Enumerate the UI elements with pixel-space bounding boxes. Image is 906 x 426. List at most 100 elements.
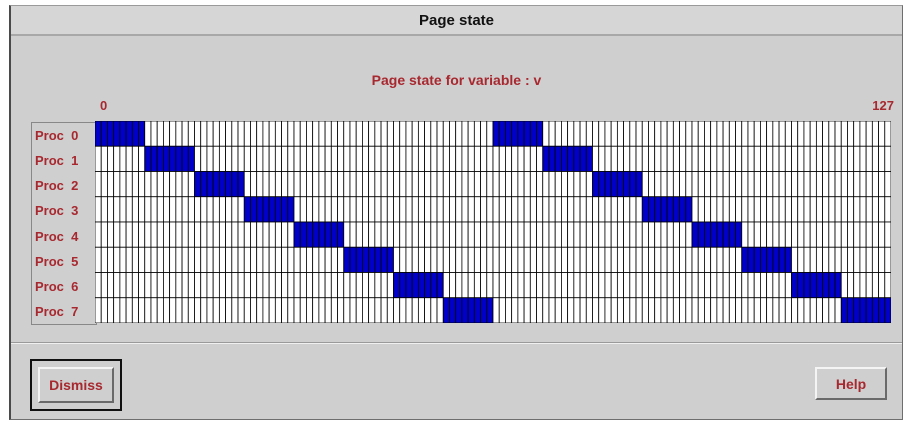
page-cell-owned: [237, 171, 245, 198]
page-cell: [144, 121, 152, 147]
page-cell: [803, 171, 811, 198]
page-cell: [250, 121, 258, 147]
page-cell: [424, 171, 432, 198]
page-cell: [610, 145, 618, 172]
page-cell: [828, 121, 836, 147]
page-cell: [156, 272, 164, 299]
page-cell: [287, 171, 295, 198]
page-cell: [853, 272, 861, 299]
page-cell: [585, 171, 593, 198]
page-cell-owned: [847, 297, 855, 323]
page-cell: [436, 171, 444, 198]
page-cell: [523, 145, 531, 172]
page-cell: [828, 196, 836, 223]
page-cell: [386, 272, 394, 299]
page-cell: [368, 145, 376, 172]
page-cell: [150, 121, 158, 147]
page-cell-owned: [616, 171, 625, 198]
page-cell: [784, 272, 792, 299]
page-cell-owned: [598, 171, 606, 198]
page-cell: [380, 221, 388, 248]
page-cell: [704, 297, 712, 323]
page-cell: [262, 121, 270, 147]
page-cell: [256, 171, 264, 198]
page-cell: [200, 196, 208, 223]
page-cell-owned: [691, 221, 699, 248]
page-cell: [635, 246, 643, 273]
page-cell: [803, 145, 811, 172]
page-cell-owned: [517, 121, 525, 147]
page-cell: [206, 145, 214, 172]
page-cell: [237, 272, 245, 299]
page-cell: [119, 196, 127, 223]
page-cell: [554, 272, 562, 299]
page-cell: [349, 145, 357, 172]
page-cell: [473, 221, 481, 248]
page-cell: [380, 171, 388, 198]
title-bar[interactable]: Page state: [11, 6, 902, 36]
page-cell: [144, 297, 152, 323]
page-cell: [131, 196, 139, 223]
page-cell: [536, 221, 544, 248]
page-cell: [169, 297, 177, 323]
page-cell: [250, 272, 258, 299]
page-cell: [430, 297, 438, 323]
page-cell: [523, 221, 531, 248]
page-cell: [486, 171, 494, 198]
page-cell: [797, 196, 805, 223]
page-cell: [237, 145, 245, 172]
page-cell: [741, 297, 749, 323]
page-cell: [635, 121, 643, 147]
page-cell: [592, 145, 600, 172]
help-button[interactable]: Help: [815, 367, 887, 400]
page-cell: [847, 221, 855, 248]
page-cell: [449, 145, 457, 172]
page-cell: [753, 145, 761, 172]
page-cell: [672, 145, 680, 172]
page-cell: [473, 145, 481, 172]
page-cell: [679, 145, 687, 172]
page-cell: [778, 171, 786, 198]
page-cell: [598, 221, 606, 248]
page-cell: [187, 196, 195, 223]
page-cell: [467, 171, 475, 198]
page-cell: [218, 246, 226, 273]
page-cell: [598, 145, 606, 172]
page-cell-owned: [604, 171, 612, 198]
page-state-grid[interactable]: [95, 121, 891, 323]
page-cell: [840, 246, 848, 273]
page-cell: [554, 121, 562, 147]
page-cell: [704, 171, 712, 198]
page-cell-owned: [735, 221, 743, 248]
page-cell: [374, 196, 382, 223]
page-cell-owned: [660, 196, 668, 223]
page-cell: [125, 246, 133, 273]
page-cell: [250, 246, 258, 273]
page-cell-owned: [181, 145, 189, 172]
page-cell: [548, 297, 556, 323]
page-cell: [187, 171, 195, 198]
page-cell: [567, 171, 575, 198]
page-cell: [529, 171, 537, 198]
page-cell: [231, 272, 239, 299]
page-cell: [840, 272, 848, 299]
page-cell: [567, 121, 575, 147]
page-cell: [635, 196, 643, 223]
page-cell: [772, 171, 780, 198]
proc-label-5: Proc 5: [35, 254, 79, 269]
page-cell: [138, 171, 146, 198]
dismiss-button[interactable]: Dismiss: [38, 367, 114, 403]
page-cell: [467, 121, 475, 147]
page-cell: [815, 121, 824, 147]
page-cell-owned: [95, 121, 102, 147]
page-cell: [610, 246, 618, 273]
page-cell-owned: [747, 246, 755, 273]
page-cell: [480, 272, 488, 299]
page-cell: [330, 171, 338, 198]
page-cell: [648, 145, 656, 172]
page-cell: [411, 297, 419, 323]
page-cell-owned: [138, 121, 146, 147]
page-cell: [231, 145, 239, 172]
page-cell: [293, 246, 301, 273]
page-cell: [287, 297, 295, 323]
